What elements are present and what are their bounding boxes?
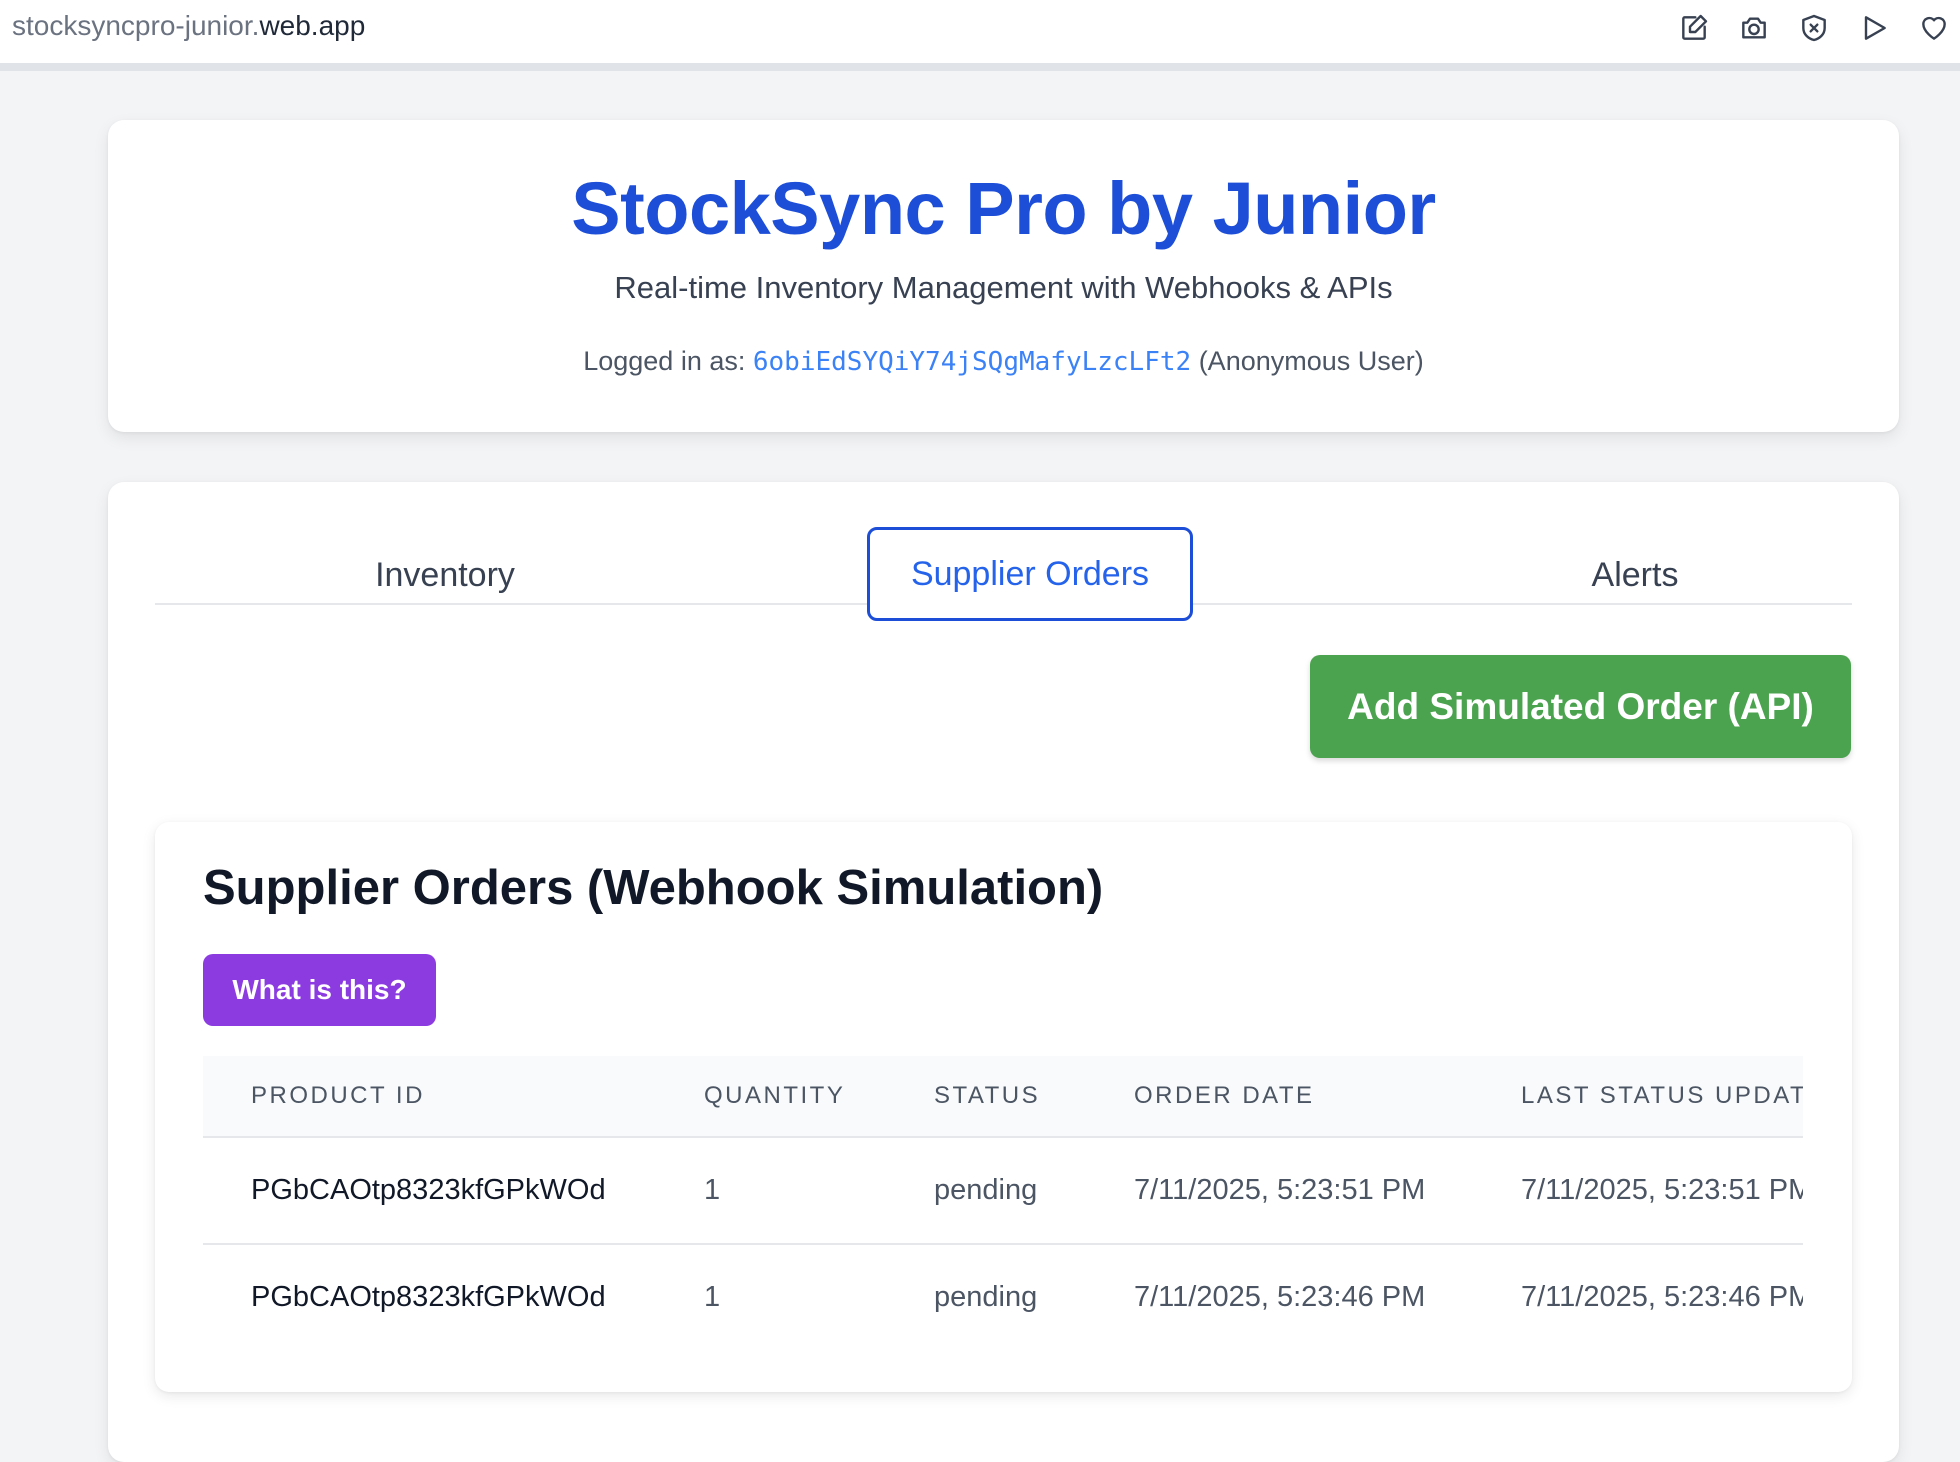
app-header-card: StockSync Pro by Junior Real-time Invent… [108,120,1899,432]
tab-bar: Inventory Supplier Orders Alerts [155,527,1852,621]
cell-quantity: 1 [704,1281,721,1313]
user-id: 6obiEdSYQiY74jSQgMafyLzcLFt2 [752,347,1192,377]
column-header-last-status-update: LAST STATUS UPDATE [1473,1056,1803,1138]
app-subtitle: Real-time Inventory Management with Webh… [614,270,1393,305]
cell-last-status-update: 7/11/2025, 5:23:46 PM [1521,1281,1803,1313]
heart-icon[interactable] [1918,12,1950,44]
url-text[interactable]: stocksyncpro-junior.web.app [12,10,365,42]
play-icon[interactable] [1858,12,1890,44]
tab-supplier-orders[interactable]: Supplier Orders [867,527,1193,621]
cell-product-id: PGbCAOtp8323kfGPkWOd [251,1281,606,1313]
app-title: StockSync Pro by Junior [571,167,1436,250]
browser-toolbar-icons [1678,12,1950,44]
orders-section-title: Supplier Orders (Webhook Simulation) [203,861,1104,915]
add-simulated-order-button[interactable]: Add Simulated Order (API) [1310,655,1851,758]
login-prefix: Logged in as: [583,346,746,376]
column-header-product-id: PRODUCT ID [203,1056,656,1138]
edit-icon[interactable] [1678,12,1710,44]
cell-product-id: PGbCAOtp8323kfGPkWOd [203,1137,656,1245]
tab-alerts[interactable]: Alerts [1535,527,1735,617]
table-header-row: PRODUCT ID QUANTITY STATUS ORDER DATE LA… [203,1056,1803,1138]
orders-table: PRODUCT ID QUANTITY STATUS ORDER DATE LA… [203,1056,1803,1350]
login-status: Logged in as: 6obiEdSYQiY74jSQgMafyLzcLF… [108,346,1899,377]
cell-quantity: 1 [656,1137,886,1245]
column-header-status: STATUS [886,1056,1086,1138]
cell-last-status-update: 7/11/2025, 5:23:51 PM [1473,1137,1803,1245]
column-header-quantity: QUANTITY [656,1056,886,1138]
cell-status: pending [934,1281,1038,1313]
camera-icon[interactable] [1738,12,1770,44]
what-is-this-button[interactable]: What is this? [203,954,436,1026]
table-row: PGbCAOtp8323kfGPkWOd 1 pending 7/11/2025… [203,1244,1803,1350]
supplier-orders-panel: Supplier Orders (Webhook Simulation) Wha… [155,822,1852,1392]
cell-order-date: 7/11/2025, 5:23:51 PM [1086,1137,1473,1245]
column-header-order-date: ORDER DATE [1086,1056,1473,1138]
url-domain: web.app [259,10,366,41]
user-type: (Anonymous User) [1198,346,1424,376]
orders-table-scroll[interactable]: PRODUCT ID QUANTITY STATUS ORDER DATE LA… [203,1056,1803,1376]
shield-x-icon[interactable] [1798,12,1830,44]
url-subdomain: stocksyncpro-junior. [12,10,260,41]
tab-inventory[interactable]: Inventory [305,527,585,617]
browser-url-bar: stocksyncpro-junior.web.app [0,0,1960,71]
cell-status: pending [886,1137,1086,1245]
cell-order-date: 7/11/2025, 5:23:46 PM [1134,1281,1426,1313]
main-content-card: Inventory Supplier Orders Alerts Add Sim… [108,482,1899,1462]
table-row: PGbCAOtp8323kfGPkWOd 1 pending 7/11/2025… [203,1137,1803,1245]
